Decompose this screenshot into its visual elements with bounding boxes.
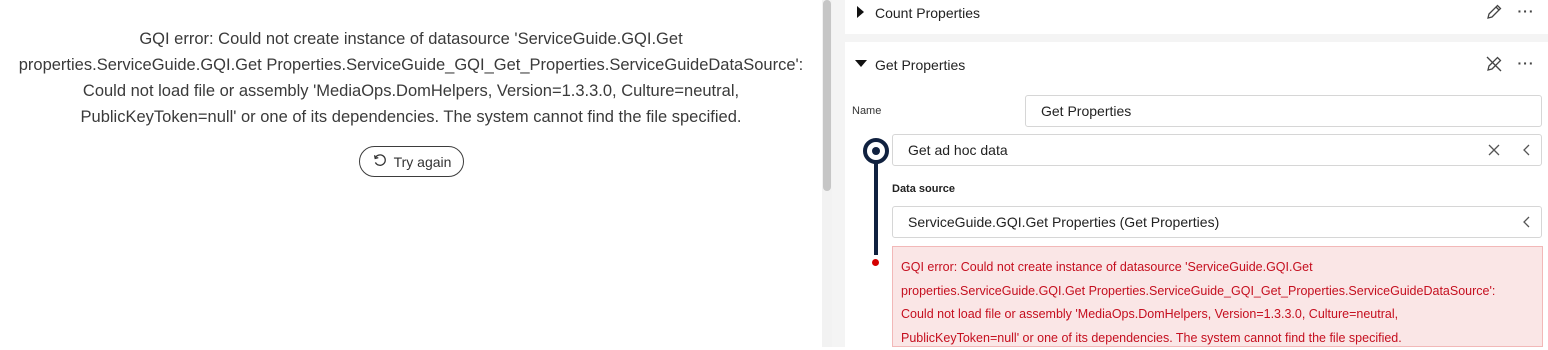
clear-icon[interactable]: [1487, 143, 1501, 160]
section-count-properties: Count Properties ···: [845, 0, 1548, 34]
section-header-count-properties[interactable]: Count Properties ···: [845, 0, 1548, 26]
error-box: GQI error: Could not create instance of …: [892, 246, 1543, 347]
caret-right-icon[interactable]: [857, 6, 864, 18]
timeline-node: [863, 138, 889, 164]
timeline-error-dot: [872, 259, 879, 266]
caret-down-icon[interactable]: [855, 60, 867, 67]
data-source-select[interactable]: ServiceGuide.GQI.Get Properties (Get Pro…: [892, 206, 1542, 238]
chevron-left-icon[interactable]: [1520, 143, 1534, 160]
edit-pencil-icon[interactable]: [1484, 2, 1504, 22]
left-pane: GQI error: Could not create instance of …: [0, 0, 822, 347]
retry-icon: [372, 152, 388, 171]
more-options-icon[interactable]: ···: [1516, 1, 1536, 21]
step-select[interactable]: Get ad hoc data: [892, 134, 1542, 166]
scrollbar-thumb[interactable]: [823, 0, 831, 191]
step-value: Get ad hoc data: [908, 142, 1008, 158]
try-again-label: Try again: [393, 153, 452, 170]
section-title: Count Properties: [875, 5, 981, 21]
try-again-button[interactable]: Try again: [359, 146, 464, 177]
more-options-icon[interactable]: ···: [1516, 53, 1536, 73]
name-label: Name: [852, 105, 882, 117]
data-source-label: Data source: [892, 183, 955, 195]
chevron-left-icon[interactable]: [1520, 215, 1534, 232]
section-header-get-properties[interactable]: Get Properties ···: [845, 42, 1548, 86]
timeline-line: [874, 157, 878, 255]
section-title: Get Properties: [875, 57, 966, 73]
error-message: GQI error: Could not create instance of …: [18, 30, 804, 126]
edit-off-icon[interactable]: [1484, 54, 1504, 74]
name-input[interactable]: Get Properties: [1025, 95, 1542, 127]
data-source-value: ServiceGuide.GQI.Get Properties (Get Pro…: [908, 214, 1220, 230]
